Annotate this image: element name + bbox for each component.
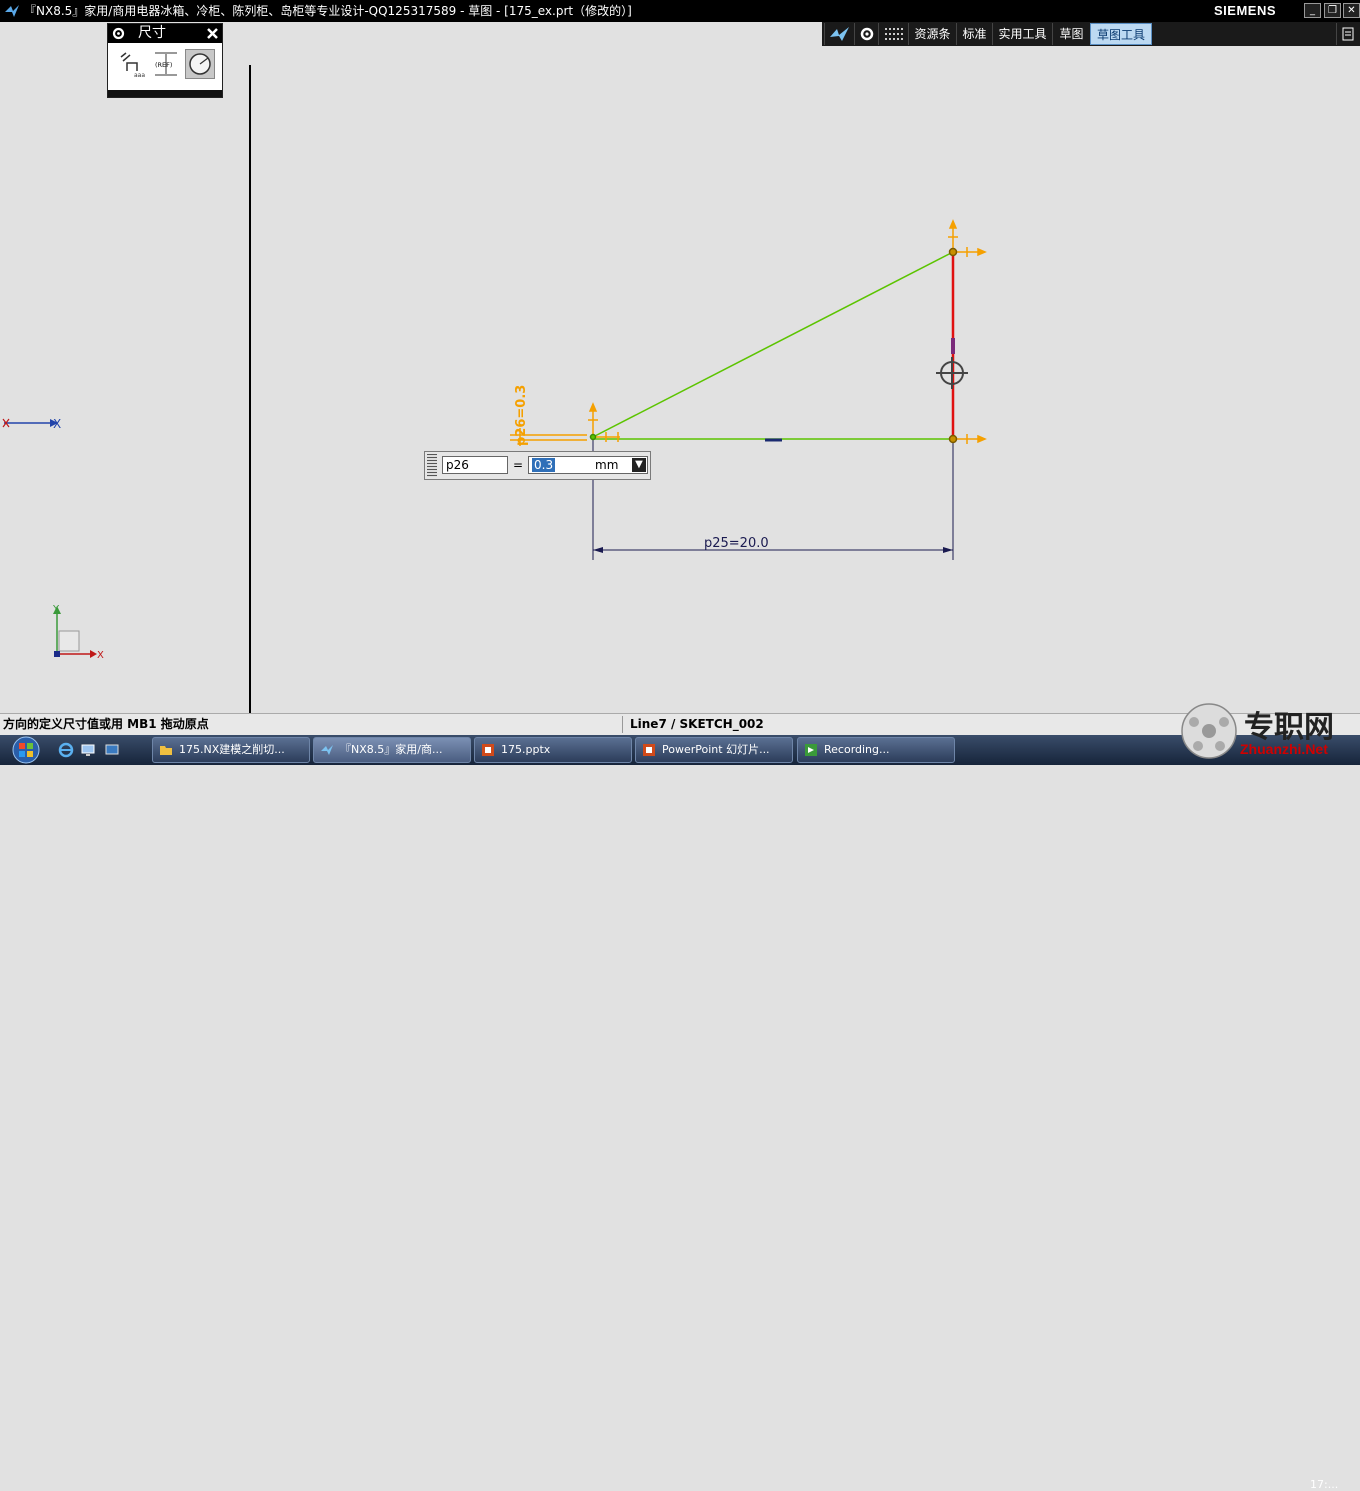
work-axis-x: X: [2, 417, 61, 431]
task-nx[interactable]: 『NX8.5』家用/商...: [313, 737, 471, 763]
vertical-dimension-p26[interactable]: p26=0.3: [510, 385, 587, 446]
monitor-icon[interactable]: [104, 742, 120, 758]
equals-sign: =: [513, 458, 524, 472]
status-bar: 方向的定义尺寸值或用 MB1 拖动原点 Line7 / SKETCH_002: [0, 713, 1360, 735]
csys-triad: Y X: [52, 604, 104, 661]
dimension-value-text[interactable]: 0.3: [532, 458, 556, 472]
line-hypotenuse[interactable]: [592, 251, 954, 438]
entry-drag-handle[interactable]: [427, 454, 437, 477]
start-button-icon[interactable]: [6, 735, 46, 765]
tray-clock[interactable]: 17:...: [1310, 1478, 1338, 1491]
triad-x-label: X: [97, 650, 104, 661]
task-nx-label: 『NX8.5』家用/商...: [340, 743, 443, 756]
dof-arrows-left: [588, 402, 620, 442]
ie-icon[interactable]: [58, 742, 74, 758]
status-selection: Line7 / SKETCH_002: [630, 717, 764, 731]
watermark-en: Zhuanzhi.Net: [1240, 741, 1328, 757]
chevron-down-icon[interactable]: ▼: [632, 458, 646, 472]
taskbar: 175.NX建模之削切... 『NX8.5』家用/商... 175.pptx P…: [0, 735, 1360, 1491]
dimension-p25-label: p25=20.0: [704, 536, 769, 551]
soccer-ball-logo: [1181, 703, 1237, 759]
task-powerpoint-slideshow[interactable]: PowerPoint 幻灯片...: [635, 737, 793, 763]
dof-arrows-top: [948, 219, 987, 257]
task-pptx[interactable]: 175.pptx: [474, 737, 632, 763]
watermark-cn: 专职网: [1244, 710, 1334, 745]
task-folder[interactable]: 175.NX建模之削切...: [152, 737, 310, 763]
dof-arrows-right: [948, 434, 987, 444]
status-separator: [622, 716, 623, 733]
status-prompt: 方向的定义尺寸值或用 MB1 拖动原点: [3, 717, 209, 731]
dimension-value-field[interactable]: 0.3 mm ▼: [528, 456, 648, 474]
sketch-canvas[interactable]: X Y X p25=20.0 p26=0.3: [0, 0, 1360, 713]
unit-label: mm: [595, 458, 619, 472]
desktop-icon[interactable]: [80, 742, 96, 758]
dimension-value-entry: p26 = 0.3 mm ▼: [424, 451, 651, 480]
task-pptx-label: 175.pptx: [501, 743, 551, 756]
dimension-p26-label: p26=0.3: [514, 385, 529, 446]
dimension-name-field[interactable]: p26: [442, 456, 508, 474]
task-folder-label: 175.NX建模之削切...: [179, 743, 285, 756]
task-slideshow-label: PowerPoint 幻灯片...: [662, 743, 770, 756]
triad-y-label: Y: [52, 604, 60, 615]
cursor-crosshair-icon: [936, 357, 968, 389]
task-recording[interactable]: Recording...: [797, 737, 955, 763]
axis-x-label: X: [53, 417, 61, 431]
task-recording-label: Recording...: [824, 743, 890, 756]
